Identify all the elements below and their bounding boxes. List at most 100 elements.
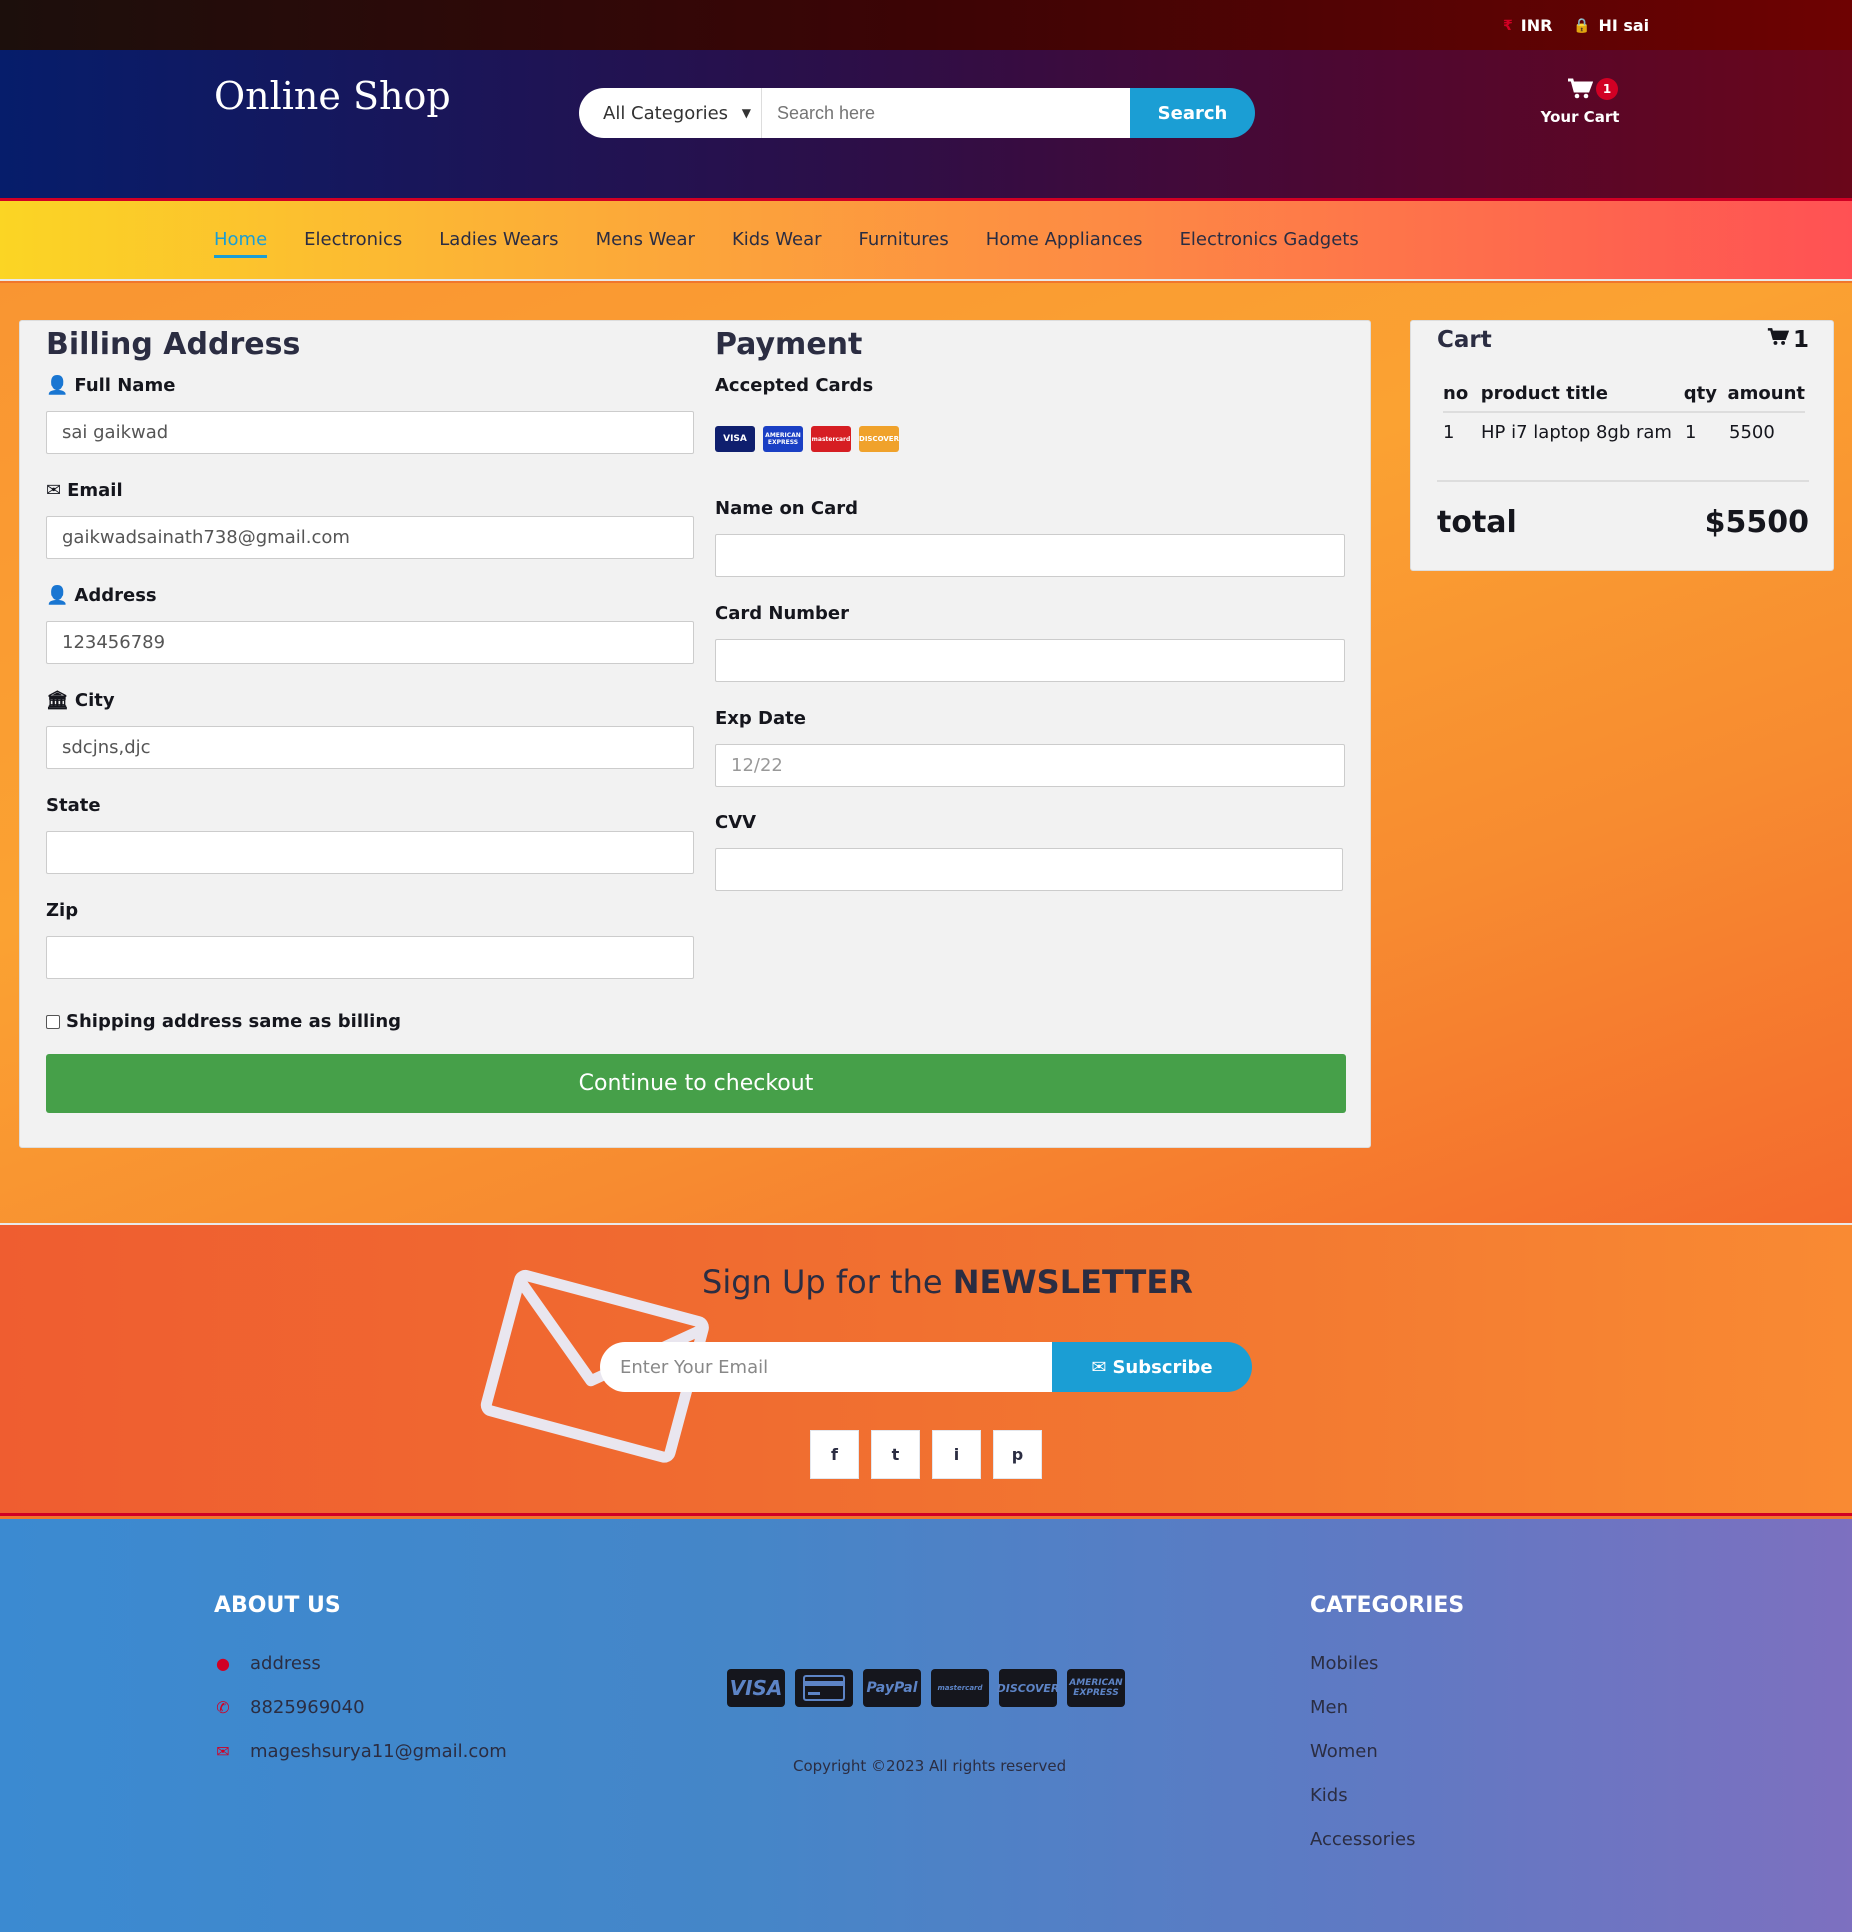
instagram-icon[interactable]: i <box>932 1430 981 1479</box>
zip-label: Zip <box>46 900 79 921</box>
user-account-link[interactable]: 🔒 HI sai <box>1573 16 1649 35</box>
visa-icon: VISA <box>727 1669 785 1707</box>
newsletter-form: Enter Your Email ✉ Subscribe <box>600 1342 1252 1392</box>
table-row: 1 HP i7 laptop 8gb ram 1 5500 <box>1443 413 1805 451</box>
mastercard-icon: mastercard <box>931 1669 989 1707</box>
cvv-label: CVV <box>715 812 757 833</box>
currency-label: INR <box>1520 16 1553 35</box>
newsletter-title: Sign Up for the NEWSLETTER <box>702 1263 1193 1301</box>
payment-title: Payment <box>715 327 863 362</box>
header: Online Shop All Categories ▼ Search 1 Yo… <box>0 50 1852 201</box>
cell-amount: 5500 <box>1729 421 1775 443</box>
search-button[interactable]: Search <box>1130 88 1255 138</box>
divider <box>1437 480 1809 482</box>
payment-section: Payment Accepted Cards VISA AMERICAN EXP… <box>715 321 1345 891</box>
list-item[interactable]: Women <box>1310 1729 1416 1773</box>
nav-item-mens-wear[interactable]: Mens Wear <box>596 229 695 258</box>
col-product-title: product title <box>1480 382 1608 404</box>
newsletter-email-input[interactable]: Enter Your Email <box>600 1342 1052 1392</box>
discover-icon: DISCOVER <box>997 1669 1059 1707</box>
about-us-list: ● address ✆ 8825969040 ✉ mageshsurya11@gmai… <box>214 1641 507 1773</box>
categories-title: CATEGORIES <box>1310 1593 1465 1618</box>
col-amount: amount <box>1727 382 1805 404</box>
envelope-icon: ✉ <box>1091 1356 1107 1378</box>
zip-field[interactable] <box>46 936 694 979</box>
amex-icon: AMERICAN EXPRESS <box>1067 1669 1125 1707</box>
list-item[interactable]: ✆ 8825969040 <box>214 1685 507 1729</box>
search-form: All Categories ▼ Search <box>579 88 1255 138</box>
state-field[interactable] <box>46 831 694 874</box>
full-name-label: 👤 Full Name <box>46 375 176 396</box>
credit-card-icon <box>795 1669 853 1707</box>
nav-item-electronics[interactable]: Electronics <box>304 229 402 258</box>
cart-count-value: 1 <box>1792 327 1809 353</box>
nav-item-furnitures[interactable]: Furnitures <box>859 229 949 258</box>
categories-list: Mobiles Men Women Kids Accessories <box>1310 1641 1416 1861</box>
list-item[interactable]: ● address <box>214 1641 507 1685</box>
exp-date-label: Exp Date <box>715 708 806 729</box>
cart-link[interactable]: 1 Your Cart <box>1540 78 1620 126</box>
continue-to-checkout-button[interactable]: Continue to checkout <box>46 1054 1346 1113</box>
visa-icon: VISA <box>715 426 755 452</box>
name-on-card-label: Name on Card <box>715 498 859 519</box>
cart-icon <box>1767 327 1790 353</box>
logo[interactable]: Online Shop <box>214 74 451 118</box>
billing-title: Billing Address <box>46 327 301 362</box>
nav-item-kids-wear[interactable]: Kids Wear <box>732 229 822 258</box>
subscribe-button[interactable]: ✉ Subscribe <box>1052 1342 1252 1392</box>
category-select[interactable]: All Categories ▼ <box>579 88 762 138</box>
pinterest-icon[interactable]: p <box>993 1430 1042 1479</box>
nav-item-electronics-gadgets[interactable]: Electronics Gadgets <box>1180 229 1359 258</box>
payment-methods: VISA PayPal mastercard DISCOVER AMERICAN… <box>727 1669 1125 1707</box>
rupee-icon: ₹ <box>1503 17 1513 34</box>
lock-icon: 🔒 <box>1573 17 1591 34</box>
full-name-field[interactable]: sai gaikwad <box>46 411 694 454</box>
nav-item-home-appliances[interactable]: Home Appliances <box>986 229 1143 258</box>
address-field[interactable]: 123456789 <box>46 621 694 664</box>
shipping-same-checkbox[interactable]: Shipping address same as billing <box>46 1011 401 1032</box>
institution-icon: 🏛 <box>46 690 69 711</box>
user-icon: 👤 <box>46 375 69 396</box>
envelope-icon: ✉ <box>46 480 62 501</box>
top-bar: ₹ INR 🔒 HI sai <box>0 0 1852 50</box>
total-value: $5500 <box>1704 505 1809 540</box>
exp-date-field[interactable]: 12/22 <box>715 744 1345 787</box>
search-input[interactable] <box>762 88 1130 138</box>
list-item[interactable]: ✉ mageshsurya11@gmail.com <box>214 1729 506 1773</box>
nav-item-home[interactable]: Home <box>214 229 268 258</box>
social-links: f t i p <box>810 1430 1042 1479</box>
address-label: 👤 Address <box>46 585 157 606</box>
copyright: Copyright ©2023 All rights reserved <box>793 1757 1067 1775</box>
shipping-same-label: Shipping address same as billing <box>66 1011 402 1032</box>
twitter-icon[interactable]: t <box>871 1430 920 1479</box>
cart-table-header: no product title qty amount <box>1443 375 1805 413</box>
cart-badge: 1 <box>1596 78 1618 100</box>
cvv-field[interactable] <box>715 848 1343 891</box>
checkbox[interactable] <box>46 1014 60 1029</box>
cell-no: 1 <box>1443 421 1455 443</box>
facebook-icon[interactable]: f <box>810 1430 859 1479</box>
card-number-label: Card Number <box>715 603 849 624</box>
nav-item-ladies-wears[interactable]: Ladies Wears <box>439 229 558 258</box>
cart-label: Your Cart <box>1540 108 1620 126</box>
discover-icon: DISCOVER <box>859 426 899 452</box>
card-number-field[interactable] <box>715 639 1345 682</box>
city-field[interactable]: sdcjns,djc <box>46 726 694 769</box>
cart-title: Cart <box>1437 327 1492 353</box>
currency-link[interactable]: ₹ INR <box>1503 16 1552 35</box>
email-label: ✉ Email <box>46 480 123 501</box>
cart-count: 1 <box>1767 327 1809 353</box>
list-item[interactable]: Men <box>1310 1685 1416 1729</box>
amex-icon: AMERICAN EXPRESS <box>763 426 803 452</box>
email-field[interactable]: gaikwadsainath738@gmail.com <box>46 516 694 559</box>
total-label: total <box>1437 505 1517 540</box>
col-qty: qty <box>1683 382 1717 404</box>
list-item[interactable]: Accessories <box>1310 1817 1416 1861</box>
name-on-card-field[interactable] <box>715 534 1345 577</box>
list-item[interactable]: Kids <box>1310 1773 1416 1817</box>
chevron-down-icon: ▼ <box>741 106 751 120</box>
phone-icon: ✆ <box>216 1697 230 1717</box>
cell-qty: 1 <box>1685 421 1697 443</box>
checkout-form: Billing Address 👤 Full Name sai gaikwad ✉… <box>19 320 1371 1148</box>
list-item[interactable]: Mobiles <box>1310 1641 1416 1685</box>
